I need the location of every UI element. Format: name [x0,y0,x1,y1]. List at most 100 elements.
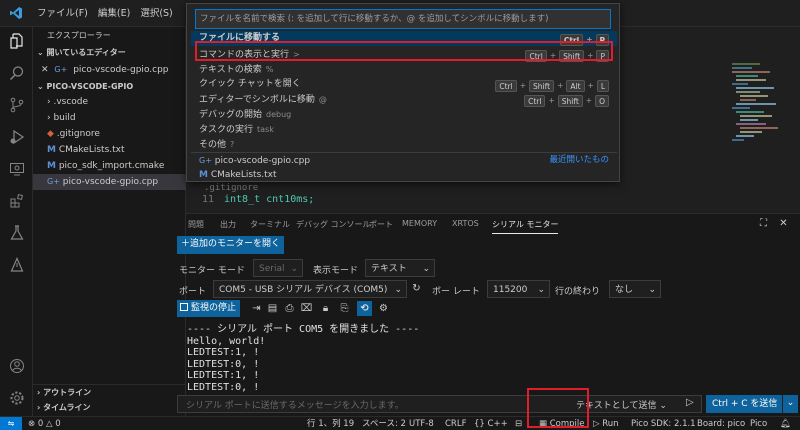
pico-extension-icon[interactable] [7,255,26,274]
baud-rate-select[interactable]: 115200 ⌄ [487,280,550,298]
send-message-input[interactable]: シリアル ポートに送信するメッセージを入力します。 テキストとして送信 ⌄ ▷ [177,395,702,413]
palette-item-prefix: task [257,125,274,134]
extensions-icon[interactable] [7,191,26,210]
indentation[interactable]: スペース: 2 [362,417,406,430]
bell-icon[interactable]: 🔔︎ [780,417,791,430]
serial-output-line: LEDTEST:1, ! [187,370,260,381]
palette-item-more[interactable]: その他? [191,137,617,152]
send-as-select[interactable]: テキストとして送信 ⌄ [576,398,667,411]
cpp-file-icon: G+ [47,177,60,186]
stop-monitoring-button[interactable]: 監視の停止 [177,300,241,317]
keybinding: Ctrl + Shift + O [524,93,609,108]
add-monitor-button[interactable]: ＋追加のモニターを開く [177,236,285,254]
explorer-sidebar: エクスプローラー ⌄ 開いているエディター ✕ G+ pico-vscode-g… [33,27,186,416]
copy-icon[interactable]: ⎘ [337,301,352,316]
tree-item-pico-sdk-import[interactable]: M pico_sdk_import.cmake [33,158,186,174]
auto-scroll-icon[interactable]: ⟲ [357,301,372,316]
tab-debug-console[interactable]: デバッグ コンソール [296,219,371,230]
maximize-icon[interactable]: ⛶ [756,216,771,231]
quick-open-input[interactable]: ファイルを名前で検索 (: を追加して行に移動するか、@ を追加してシンボルに移… [195,9,611,29]
line-ending-select[interactable]: なし ⌄ [609,280,661,298]
notifications-icon[interactable]: ⊟ [515,417,522,430]
key: O [595,94,609,107]
save-icon[interactable]: ⎙ [282,301,297,316]
tree-item-vscode[interactable]: › .vscode [33,94,186,110]
tab-memory[interactable]: MEMORY [402,219,437,228]
explorer-title: エクスプローラー [47,31,111,40]
send-arrow-icon[interactable]: ▷ [686,397,694,408]
encoding[interactable]: UTF-8 [409,417,434,430]
recent-file-item[interactable]: G+ pico-vscode-gpio.cpp 最近開いたもの [191,153,617,168]
remote-explorer-icon[interactable] [7,159,26,178]
tab-output[interactable]: 出力 [220,219,236,230]
account-icon[interactable] [7,356,26,375]
palette-item-start-debugging[interactable]: デバッグの開始 debug [191,107,617,122]
remote-indicator-icon[interactable]: ⇋ [0,417,22,430]
settings-gear-icon[interactable]: ⚙ [376,301,391,316]
open-editors-header[interactable]: ⌄ 開いているエディター [33,45,186,61]
key: L [596,79,609,92]
tab-ports[interactable]: ポート [369,219,393,230]
explorer-icon[interactable] [7,31,26,50]
tab-terminal[interactable]: ターミナル [250,219,290,230]
tree-item-build[interactable]: › build [33,110,186,126]
pico-status[interactable]: Pico [750,417,767,430]
monitor-mode-select[interactable]: Serial ⌄ [253,259,303,277]
warning-icon: △ [45,419,53,429]
search-icon[interactable] [7,63,26,82]
command-palette: ファイルを名前で検索 (: を追加して行に移動するか、@ を追加してシンボルに移… [186,3,620,182]
tab-problems[interactable]: 問題 [188,219,204,230]
tab-xrtos[interactable]: XRTOS [452,219,479,228]
send-ctrl-c-button[interactable]: Ctrl + C を送信 [706,395,784,413]
project-header[interactable]: ⌄ PICO-VSCODE-GPIO [33,79,186,95]
tree-item-gitignore[interactable]: ◆ .gitignore [33,126,186,142]
display-mode-select[interactable]: テキスト ⌄ [365,259,435,277]
tab-serial-monitor[interactable]: シリアル モニター [492,219,559,234]
menu-selection[interactable]: 選択(S) [135,0,177,27]
testing-icon[interactable] [7,223,26,242]
close-icon[interactable]: ✕ [776,216,791,231]
minimap[interactable] [730,60,790,200]
run-debug-icon[interactable] [7,127,26,146]
palette-item-go-to-symbol[interactable]: エディターでシンボルに移動 @ Ctrl + Shift + O [191,92,617,107]
outline-label: アウトライン [43,388,92,397]
port-select[interactable]: COM5 - USB シリアル デバイス (COM5) ⌄ [213,280,407,298]
refresh-icon[interactable]: ↻ [409,281,424,296]
menu-edit[interactable]: 編集(E) [93,0,135,27]
highlight-box [527,388,589,428]
chevron-down-icon: ⌄ [37,82,47,91]
cursor-position[interactable]: 行 1、列 19 [307,417,354,430]
tree-item-label: pico-vscode-gpio.cpp [62,177,159,187]
tree-item-label: .gitignore [56,129,100,139]
problems-indicator[interactable]: ⊗ 0 △ 0 [28,417,61,430]
board-selector[interactable]: Board: pico [697,417,745,430]
tree-item-cmakelists[interactable]: M CMakeLists.txt [33,142,186,158]
palette-item-quick-chat[interactable]: クイック チャットを開く Ctrl + Shift + Alt + L [191,77,617,92]
open-editor-item[interactable]: ✕ G+ pico-vscode-gpio.cpp [33,62,186,78]
vscode-logo-icon [0,0,32,27]
warning-count: 0 [55,419,61,429]
palette-item-run-task[interactable]: タスクの実行 task [191,122,617,137]
recent-file-label: CMakeLists.txt [210,170,277,180]
source-control-icon[interactable] [7,95,26,114]
menu-file[interactable]: ファイル(F) [32,0,93,27]
lock-icon[interactable]: 🔒︎ [318,301,333,316]
tree-item-main-cpp[interactable]: G+ pico-vscode-gpio.cpp [33,174,186,190]
outline-header[interactable]: › アウトライン [33,384,186,400]
toggle-timestamp-icon[interactable]: ⇥ [249,301,264,316]
palette-item-search-text[interactable]: テキストの検索% [191,62,617,77]
close-icon[interactable]: ✕ [41,65,49,75]
line-ending[interactable]: CRLF [445,417,466,430]
code-line[interactable]: 11 int8_t cnt10ms; [186,193,314,207]
clear-output-icon[interactable]: ▤ [265,301,280,316]
chevron-down-icon: ⌄ [648,285,656,295]
timeline-header[interactable]: › タイムライン [33,400,186,416]
ctrl-c-dropdown-icon[interactable]: ⌄ [782,395,798,413]
format-icon[interactable]: ⌧ [299,301,314,316]
settings-gear-icon[interactable] [7,388,26,407]
pico-sdk-version[interactable]: Pico SDK: 2.1.1 [631,417,696,430]
recent-file-item[interactable]: M CMakeLists.txt [191,168,617,183]
key: Ctrl [495,79,517,92]
language-mode[interactable]: {} C++ [474,417,508,430]
run-button[interactable]: ▷ Run [593,417,619,430]
